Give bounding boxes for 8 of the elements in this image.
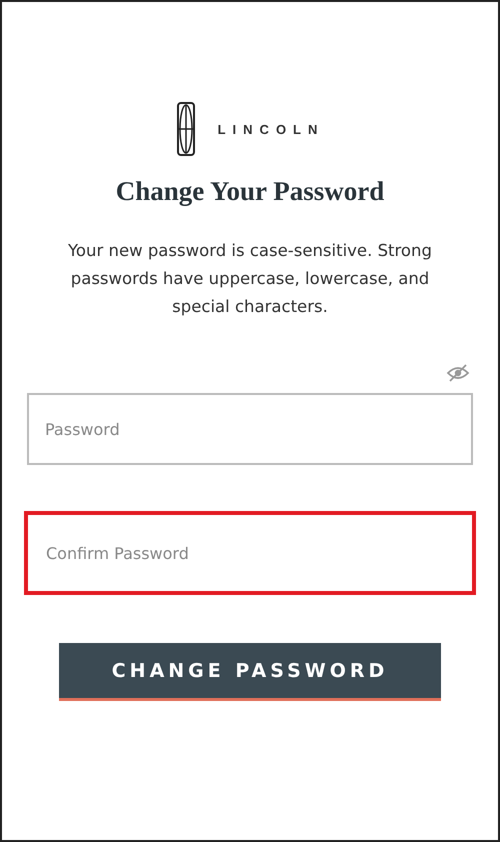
password-field[interactable]: Confirm Password	[24, 511, 476, 595]
brand-name: LINCOLN	[218, 122, 324, 136]
change-password-button[interactable]: CHANGE PASSWORD	[59, 643, 441, 701]
description: Your new password is case-sensitive. Strong passwords have uppercase, lowercase, and special characters.	[67, 240, 433, 318]
logo-icon	[176, 102, 196, 156]
page-title: Change Your Password	[116, 176, 384, 207]
password-field[interactable]: Password	[27, 393, 473, 465]
eye-off-icon[interactable]	[446, 363, 470, 383]
